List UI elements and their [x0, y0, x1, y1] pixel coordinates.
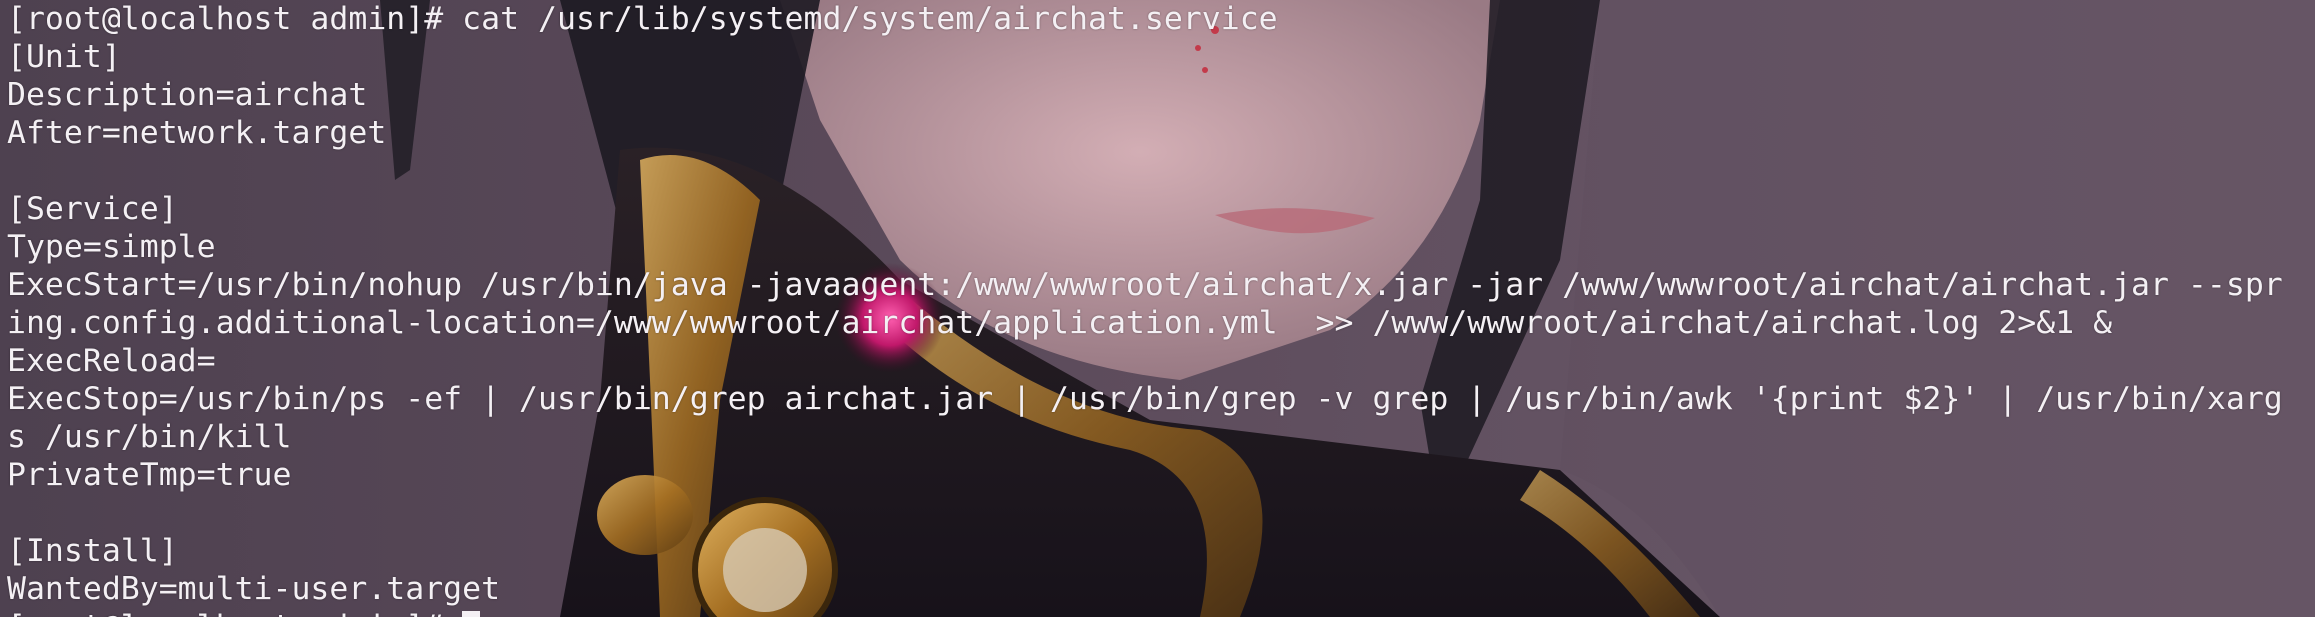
terminal-line-description: Description=airchat [7, 77, 368, 113]
terminal-line-execreload: ExecReload= [7, 343, 216, 379]
terminal-line-unit-section: [Unit] [7, 39, 121, 75]
terminal-prompt: [root@localhost admin]# [7, 609, 462, 617]
terminal-output[interactable]: [root@localhost admin]# cat /usr/lib/sys… [7, 0, 2283, 617]
terminal-line-wantedby: WantedBy=multi-user.target [7, 571, 501, 607]
terminal-line-after: After=network.target [7, 115, 387, 151]
terminal-line-install-section: [Install] [7, 533, 178, 569]
terminal-line-type: Type=simple [7, 229, 216, 265]
terminal-cursor [462, 611, 481, 617]
terminal-line-execstart: ExecStart=/usr/bin/nohup /usr/bin/java -… [7, 267, 2283, 303]
terminal-line-execstart-wrap: ing.config.additional-location=/www/wwwr… [7, 305, 2113, 341]
terminal-line-execstop: ExecStop=/usr/bin/ps -ef | /usr/bin/grep… [7, 381, 2283, 417]
terminal-line-command: [root@localhost admin]# cat /usr/lib/sys… [7, 1, 1278, 37]
terminal-window[interactable]: [root@localhost admin]# cat /usr/lib/sys… [0, 0, 2315, 617]
terminal-line-privatetmp: PrivateTmp=true [7, 457, 292, 493]
terminal-line-execstop-wrap: s /usr/bin/kill [7, 419, 292, 455]
terminal-line-service-section: [Service] [7, 191, 178, 227]
terminal-prompt-line[interactable]: [root@localhost admin]# [7, 608, 2283, 617]
